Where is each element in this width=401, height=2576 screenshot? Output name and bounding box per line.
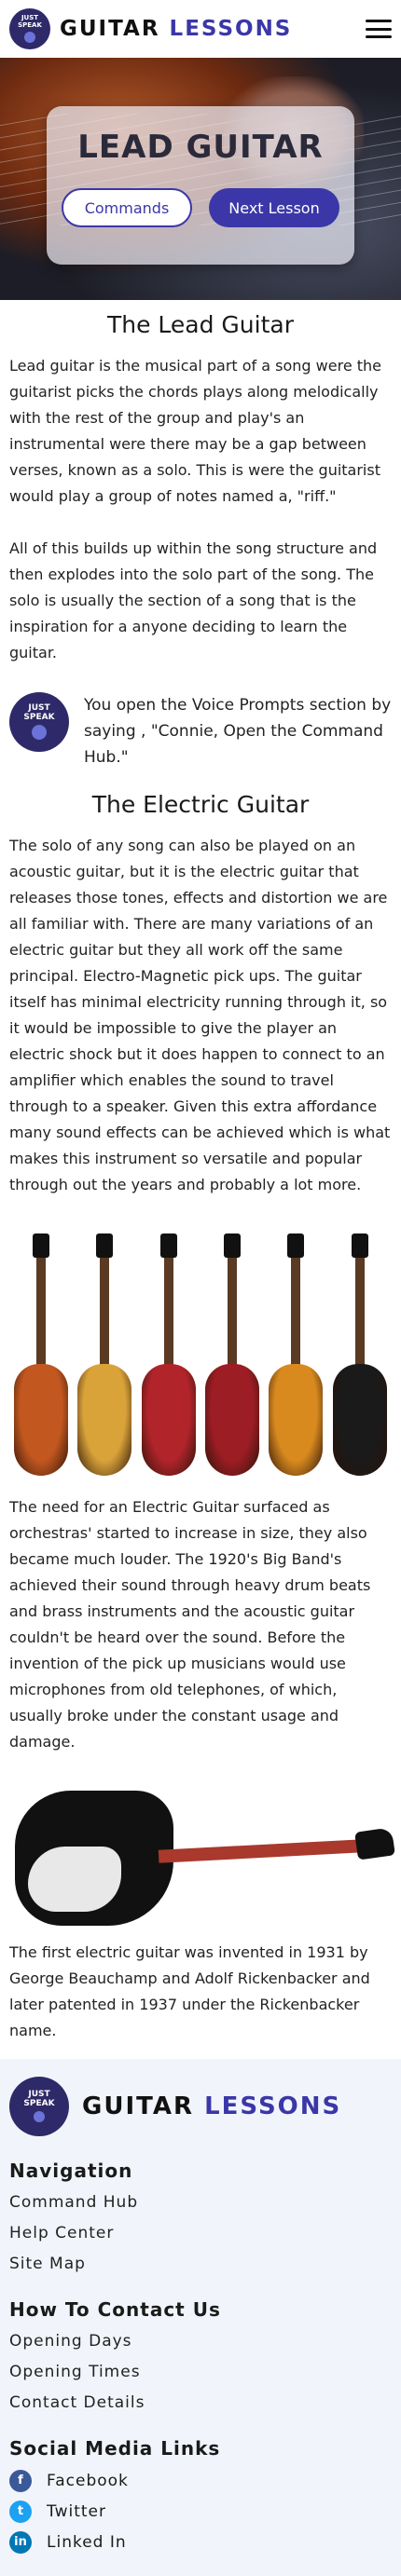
- brand-word-lessons: LESSONS: [204, 2092, 342, 2120]
- guitar-illustration: [14, 1233, 69, 1476]
- footer-nav-heading: Navigation: [9, 2160, 133, 2182]
- hero-banner: LEAD GUITAR Commands Next Lesson: [0, 58, 401, 300]
- social-label: Twitter: [47, 2501, 106, 2521]
- linkedin-icon: in: [9, 2530, 32, 2554]
- hamburger-menu-icon[interactable]: [366, 20, 392, 38]
- site-header: JUST SPEAK GUITAR LESSONS: [0, 0, 401, 58]
- guitar-illustration: [269, 1233, 324, 1476]
- microphone-icon: [32, 725, 47, 741]
- next-lesson-button[interactable]: Next Lesson: [209, 188, 339, 227]
- footer-link-site-map[interactable]: Site Map: [9, 2249, 392, 2280]
- electric-guitar-paragraph-2: The need for an Electric Guitar surfaced…: [9, 1498, 371, 1751]
- voice-tip-text: You open the Voice Prompts section by sa…: [84, 696, 392, 767]
- voice-prompt-tip: JUST SPEAK You open the Voice Prompts se…: [9, 692, 392, 770]
- hero-buttons: Commands Next Lesson: [62, 188, 339, 227]
- footer-link-opening-days[interactable]: Opening Days: [9, 2326, 392, 2357]
- les-paul-guitars-image: [9, 1224, 392, 1476]
- section-title-electric-guitar: The Electric Guitar: [91, 791, 310, 818]
- social-link-twitter[interactable]: t Twitter: [9, 2496, 392, 2527]
- rickenbacker-guitar-image: [9, 1781, 395, 1930]
- brand-word-lessons: LESSONS: [169, 17, 293, 41]
- section-title-lead-guitar: The Lead Guitar: [106, 311, 294, 338]
- logo-text-line2: SPEAK: [23, 2098, 55, 2108]
- brand-word-guitar: GUITAR: [82, 2092, 194, 2120]
- social-link-facebook[interactable]: f Facebook: [9, 2465, 392, 2496]
- hero-title: LEAD GUITAR: [77, 129, 324, 166]
- footer-link-opening-times[interactable]: Opening Times: [9, 2357, 392, 2388]
- footer-link-contact-details[interactable]: Contact Details: [9, 2388, 392, 2419]
- facebook-icon: f: [9, 2469, 32, 2492]
- footer-logo-badge: JUST SPEAK: [9, 2077, 69, 2136]
- footer-contact-heading: How To Contact Us: [9, 2298, 221, 2321]
- footer-link-help-center[interactable]: Help Center: [9, 2218, 392, 2249]
- footer-brand[interactable]: JUST SPEAK GUITAR LESSONS: [9, 2072, 392, 2141]
- guitar-headstock: [354, 1827, 395, 1860]
- social-label: Linked In: [47, 2532, 127, 2552]
- guitar-illustration: [77, 1233, 132, 1476]
- commands-button[interactable]: Commands: [62, 188, 192, 227]
- microphone-icon: [34, 2111, 45, 2123]
- twitter-icon: t: [9, 2500, 32, 2523]
- lead-guitar-paragraph-2: All of this builds up within the song st…: [9, 539, 378, 661]
- footer-link-command-hub[interactable]: Command Hub: [9, 2188, 392, 2218]
- electric-guitar-paragraph-1: The solo of any song can also be played …: [9, 837, 391, 1193]
- lead-guitar-paragraph-1: Lead guitar is the musical part of a son…: [9, 357, 382, 505]
- footer-social-heading: Social Media Links: [9, 2437, 221, 2460]
- just-speak-logo: JUST SPEAK: [9, 692, 69, 752]
- site-footer: JUST SPEAK GUITAR LESSONS Navigation Com…: [0, 2059, 401, 2576]
- logo-badge[interactable]: JUST SPEAK: [9, 8, 50, 49]
- microphone-icon: [24, 32, 35, 44]
- main-content: The Lead Guitar Lead guitar is the music…: [0, 311, 401, 2044]
- logo-text-line2: SPEAK: [23, 712, 55, 722]
- brand-word-guitar: GUITAR: [60, 17, 160, 41]
- social-label: Facebook: [47, 2471, 129, 2490]
- guitar-illustration: [141, 1233, 196, 1476]
- social-link-linkedin[interactable]: in Linked In: [9, 2527, 392, 2557]
- guitar-neck: [158, 1839, 365, 1863]
- electric-guitar-paragraph-3: The first electric guitar was invented i…: [9, 1943, 370, 2039]
- pickguard: [28, 1847, 121, 1912]
- logo-text-line2: SPEAK: [18, 20, 42, 29]
- guitar-illustration: [332, 1233, 387, 1476]
- guitar-illustration: [205, 1233, 260, 1476]
- footer-brand-text: GUITAR LESSONS: [82, 2092, 341, 2120]
- site-brand[interactable]: GUITAR LESSONS: [60, 17, 292, 41]
- hero-card: LEAD GUITAR Commands Next Lesson: [47, 106, 354, 265]
